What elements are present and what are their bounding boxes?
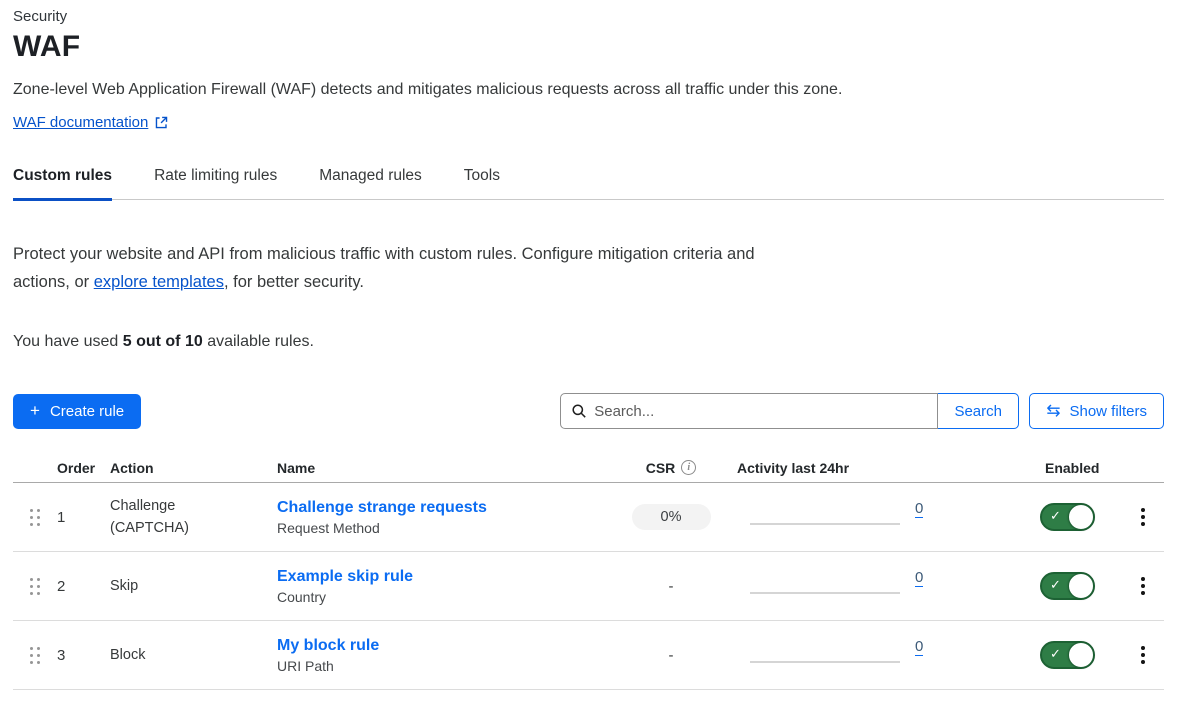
tab-bar: Custom rules Rate limiting rules Managed r… bbox=[13, 167, 1164, 200]
tab-tools[interactable]: Tools bbox=[464, 167, 500, 201]
usage-part2: available rules. bbox=[203, 333, 314, 350]
header-activity: Activity last 24hr bbox=[722, 460, 1040, 476]
activity-count-link[interactable]: 0 bbox=[915, 569, 923, 587]
rule-order: 2 bbox=[55, 578, 108, 595]
header-action: Action bbox=[108, 460, 265, 476]
waf-documentation-link[interactable]: WAF documentation bbox=[13, 114, 148, 131]
breadcrumb: Security bbox=[13, 0, 1164, 25]
rule-field-type: Country bbox=[277, 589, 620, 605]
usage-text: You have used 5 out of 10 available rule… bbox=[13, 333, 1164, 351]
tab-custom-rules[interactable]: Custom rules bbox=[13, 167, 112, 201]
activity-count-link[interactable]: 0 bbox=[915, 638, 923, 656]
csr-value: 0% bbox=[632, 504, 711, 530]
info-icon[interactable]: i bbox=[681, 460, 696, 475]
tab-managed-rules[interactable]: Managed rules bbox=[319, 167, 422, 201]
create-rule-button[interactable]: + Create rule bbox=[13, 394, 141, 429]
explore-templates-link[interactable]: explore templates bbox=[94, 273, 224, 291]
activity-sparkline bbox=[750, 661, 900, 663]
plus-icon: + bbox=[30, 401, 40, 421]
waf-page: Security WAF Zone-level Web Application … bbox=[0, 0, 1177, 707]
drag-handle-icon[interactable] bbox=[30, 578, 40, 595]
kebab-menu-icon[interactable] bbox=[1135, 504, 1151, 530]
header-name: Name bbox=[265, 460, 620, 476]
kebab-menu-icon[interactable] bbox=[1135, 642, 1151, 668]
search-input[interactable] bbox=[560, 393, 938, 429]
zone-description: Zone-level Web Application Firewall (WAF… bbox=[13, 81, 1164, 99]
check-icon: ✓ bbox=[1050, 578, 1061, 593]
usage-count: 5 out of 10 bbox=[123, 333, 203, 350]
header-order: Order bbox=[55, 460, 108, 476]
rule-name-link[interactable]: My block rule bbox=[277, 637, 379, 655]
toggle-knob bbox=[1068, 573, 1094, 599]
enabled-toggle[interactable]: ✓ bbox=[1040, 641, 1095, 669]
external-link-icon bbox=[154, 115, 169, 130]
rule-action: Block bbox=[110, 644, 145, 666]
enabled-toggle[interactable]: ✓ bbox=[1040, 572, 1095, 600]
drag-handle-icon[interactable] bbox=[30, 509, 40, 526]
check-icon: ✓ bbox=[1050, 509, 1061, 524]
rule-action: Challenge (CAPTCHA) bbox=[110, 495, 220, 539]
activity-sparkline bbox=[750, 523, 900, 525]
csr-value: - bbox=[669, 578, 674, 595]
show-filters-label: Show filters bbox=[1069, 403, 1147, 420]
intro-part2: , for better security. bbox=[224, 273, 364, 291]
intro-text: Protect your website and API from malici… bbox=[13, 240, 755, 296]
table-row: 3 Block My block rule URI Path - 0 ✓ bbox=[13, 621, 1164, 690]
activity-sparkline bbox=[750, 592, 900, 594]
check-icon: ✓ bbox=[1050, 647, 1061, 662]
rule-name-link[interactable]: Example skip rule bbox=[277, 568, 413, 586]
table-header-row: Order Action Name CSR i Activity last 24… bbox=[13, 453, 1164, 483]
table-row: 2 Skip Example skip rule Country - 0 ✓ bbox=[13, 552, 1164, 621]
usage-part1: You have used bbox=[13, 333, 123, 350]
rule-field-type: Request Method bbox=[277, 520, 620, 536]
toggle-knob bbox=[1068, 642, 1094, 668]
tab-rate-limiting-rules[interactable]: Rate limiting rules bbox=[154, 167, 277, 201]
table-body: 1 Challenge (CAPTCHA) Challenge strange … bbox=[13, 483, 1164, 690]
enabled-toggle[interactable]: ✓ bbox=[1040, 503, 1095, 531]
create-rule-label: Create rule bbox=[50, 403, 124, 420]
csr-value: - bbox=[669, 647, 674, 664]
rules-toolbar: + Create rule Search ⇆ Show filters bbox=[13, 393, 1164, 429]
rule-name-link[interactable]: Challenge strange requests bbox=[277, 499, 487, 517]
show-filters-button[interactable]: ⇆ Show filters bbox=[1029, 393, 1164, 429]
search-icon bbox=[571, 403, 587, 419]
rule-order: 3 bbox=[55, 647, 108, 664]
custom-rules-table: Order Action Name CSR i Activity last 24… bbox=[13, 453, 1164, 690]
rule-field-type: URI Path bbox=[277, 658, 620, 674]
activity-count-link[interactable]: 0 bbox=[915, 500, 923, 518]
drag-handle-icon[interactable] bbox=[30, 647, 40, 664]
page-title: WAF bbox=[13, 30, 1164, 64]
kebab-menu-icon[interactable] bbox=[1135, 573, 1151, 599]
table-row: 1 Challenge (CAPTCHA) Challenge strange … bbox=[13, 483, 1164, 552]
header-csr: CSR bbox=[646, 460, 676, 476]
rule-action: Skip bbox=[110, 575, 138, 597]
rule-order: 1 bbox=[55, 509, 108, 526]
search-button[interactable]: Search bbox=[937, 393, 1019, 429]
toggle-knob bbox=[1068, 504, 1094, 530]
header-enabled: Enabled bbox=[1040, 460, 1122, 476]
swap-arrows-icon: ⇆ bbox=[1046, 403, 1060, 420]
search-group: Search bbox=[560, 393, 1019, 429]
